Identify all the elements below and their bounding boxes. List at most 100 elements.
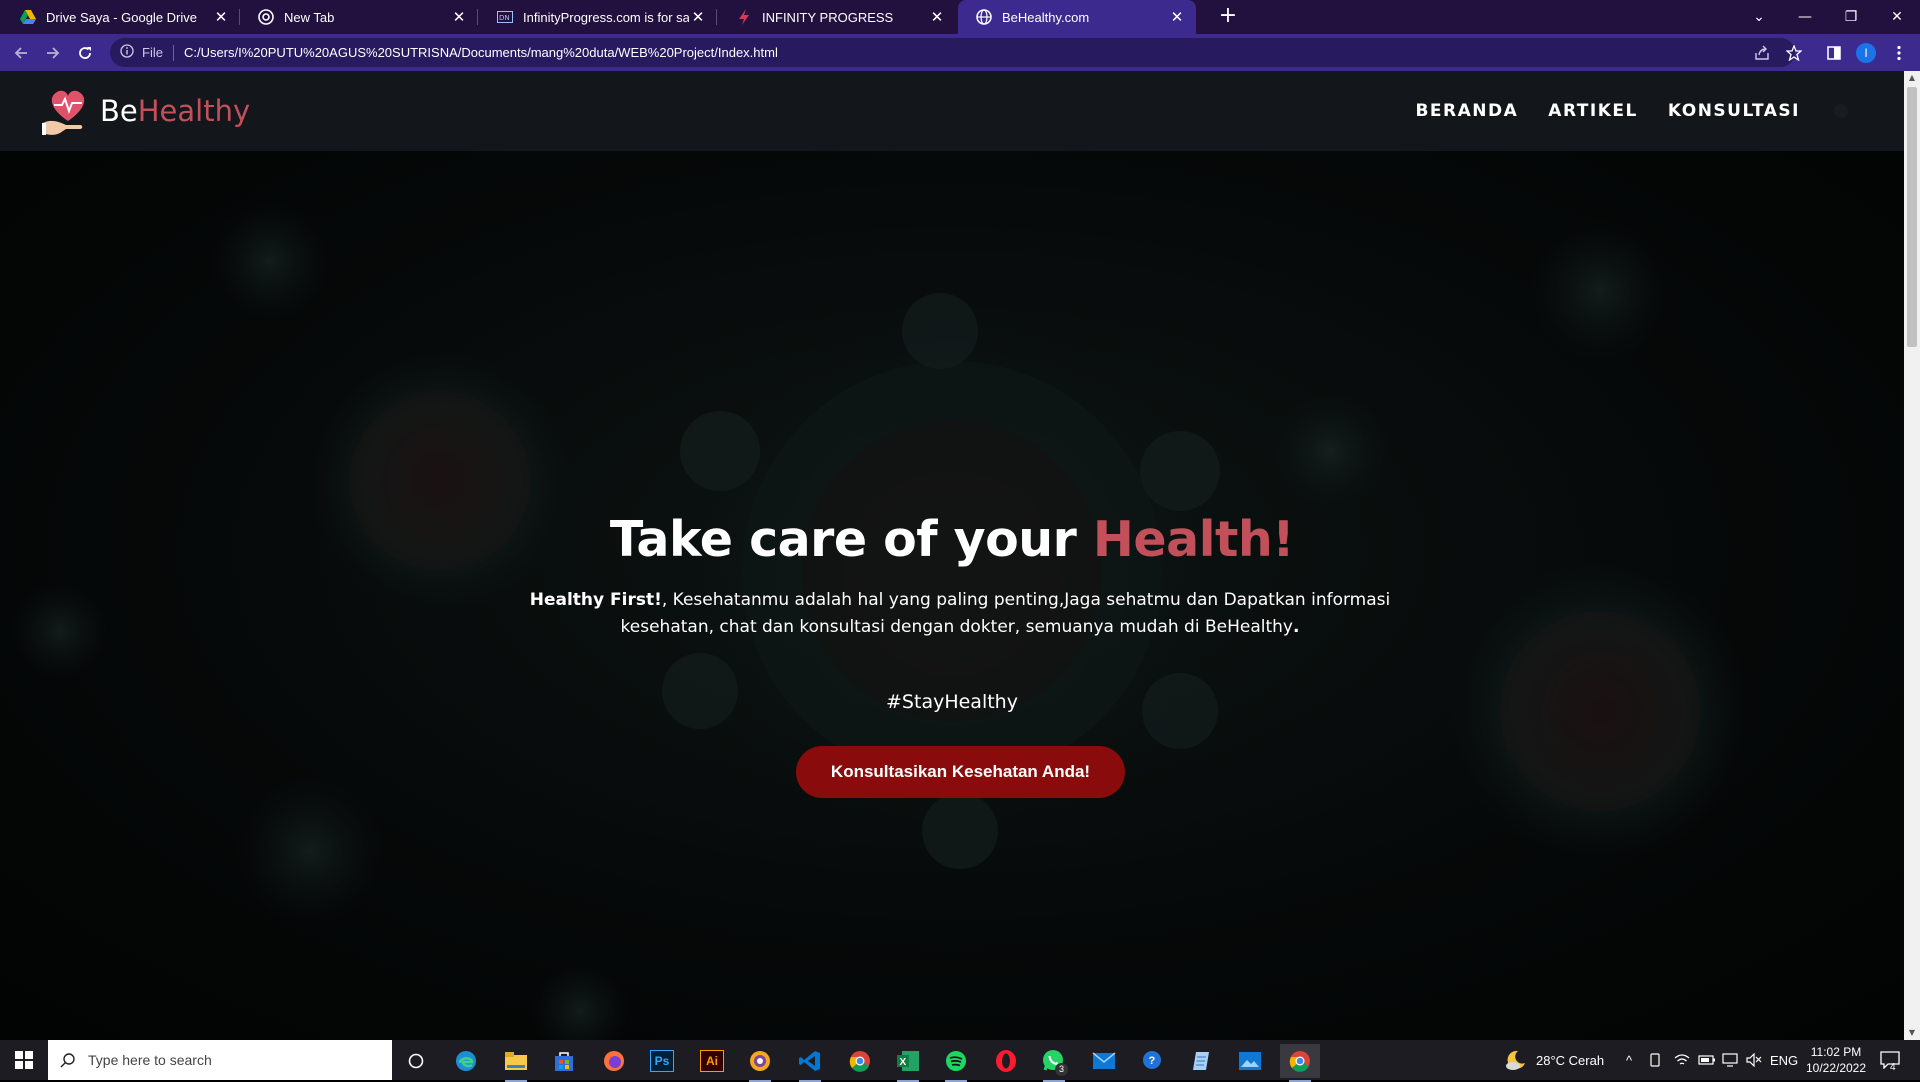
site-logo[interactable]: BeHealthy <box>40 83 250 139</box>
page-scrollbar[interactable]: ▲ ▼ <box>1904 71 1920 1040</box>
clock[interactable]: 11:02 PM 10/22/2022 <box>1800 1044 1872 1076</box>
tray-chevron-icon[interactable]: ^ <box>1626 1040 1632 1080</box>
file-explorer-icon[interactable] <box>496 1044 536 1082</box>
scroll-down-icon[interactable]: ▼ <box>1904 1026 1920 1040</box>
scroll-thumb[interactable] <box>1907 87 1917 347</box>
consult-button[interactable]: Konsultasikan Kesehatan Anda! <box>796 746 1125 798</box>
back-icon[interactable] <box>8 40 34 66</box>
minimize-button[interactable]: — <box>1782 0 1828 34</box>
tab-new-tab[interactable]: New Tab ✕ <box>240 0 478 34</box>
tor-browser-icon[interactable] <box>740 1044 780 1082</box>
info-icon[interactable] <box>120 44 134 61</box>
illustrator-icon[interactable]: Ai <box>692 1044 732 1078</box>
hero-desc-bold: Healthy First! <box>529 590 662 610</box>
address-bar[interactable]: File C:/Users/I%20PUTU%20AGUS%20SUTRISNA… <box>110 38 1795 67</box>
tab-behealthy[interactable]: BeHealthy.com ✕ <box>958 0 1196 34</box>
menu-kebab-icon[interactable] <box>1886 40 1912 66</box>
close-icon[interactable]: ✕ <box>928 8 946 26</box>
theme-toggle[interactable] <box>1834 104 1848 118</box>
mail-icon[interactable] <box>1084 1044 1124 1078</box>
whatsapp-icon[interactable]: 3 <box>1034 1044 1074 1082</box>
globe-icon <box>976 9 992 25</box>
google-drive-icon <box>20 9 36 25</box>
scroll-up-icon[interactable]: ▲ <box>1904 71 1920 85</box>
vscode-icon[interactable] <box>790 1044 830 1082</box>
close-icon[interactable]: ✕ <box>1168 8 1186 26</box>
hero-description: Healthy First!, Kesehatanmu adalah hal y… <box>520 587 1400 641</box>
share-icon[interactable] <box>1749 40 1775 66</box>
virus-left <box>310 351 570 611</box>
weather-text: 28°C Cerah <box>1536 1052 1605 1068</box>
hero-title-accent: Health! <box>1092 511 1295 568</box>
close-window-button[interactable]: ✕ <box>1874 0 1920 34</box>
help-icon[interactable]: ? <box>1132 1044 1172 1078</box>
forward-icon[interactable] <box>40 40 66 66</box>
svg-text:?: ? <box>1149 1055 1156 1067</box>
tab-search-icon[interactable]: ⌄ <box>1736 0 1782 34</box>
dan-icon: DN <box>497 9 513 25</box>
clock-time: 11:02 PM <box>1810 1045 1862 1059</box>
tab-google-drive[interactable]: Drive Saya - Google Drive ✕ <box>2 0 240 34</box>
firefox-icon[interactable] <box>594 1044 634 1078</box>
opera-icon[interactable] <box>986 1044 1026 1078</box>
bookmark-star-icon[interactable] <box>1781 40 1807 66</box>
site-header: BeHealthy BERANDA ARTIKEL KONSULTASI <box>0 71 1904 151</box>
tab-title: INFINITY PROGRESS <box>762 9 894 25</box>
spotify-icon[interactable] <box>936 1044 976 1082</box>
windows-start-icon[interactable] <box>0 1040 48 1080</box>
hero-title-main: Take care of your <box>609 511 1093 568</box>
close-icon[interactable]: ✕ <box>212 8 230 26</box>
close-icon[interactable]: ✕ <box>450 8 468 26</box>
search-placeholder: Type here to search <box>88 1052 212 1068</box>
tab-title: BeHealthy.com <box>1002 9 1090 25</box>
chrome-taskbar-icon[interactable] <box>840 1044 880 1078</box>
photoshop-icon[interactable]: Ps <box>642 1044 682 1078</box>
browser-toolbar: File C:/Users/I%20PUTU%20AGUS%20SUTRISNA… <box>0 34 1920 71</box>
notification-count: 4 <box>1890 1062 1896 1073</box>
infinity-icon <box>736 9 752 25</box>
heart-hand-logo-icon <box>42 90 85 135</box>
nav-beranda[interactable]: BERANDA <box>1415 101 1518 121</box>
notepad-icon[interactable] <box>1182 1044 1222 1078</box>
svg-text:DN: DN <box>499 14 510 22</box>
store-icon[interactable] <box>544 1044 584 1078</box>
hero-title: Take care of your Health! <box>0 511 1904 568</box>
tab-infinity-progress[interactable]: INFINITY PROGRESS ✕ <box>718 0 956 34</box>
clock-date: 10/22/2022 <box>1805 1061 1867 1075</box>
volume-muted-icon[interactable] <box>1746 1040 1762 1080</box>
main-nav: BERANDA ARTIKEL KONSULTASI <box>1385 71 1848 151</box>
excel-icon[interactable]: X <box>888 1044 928 1082</box>
logo-healthy: Healthy <box>137 94 251 128</box>
profile-avatar[interactable]: I <box>1853 40 1879 66</box>
logo-be: Be <box>100 94 138 128</box>
wifi-icon[interactable] <box>1674 1040 1690 1080</box>
notification-center-icon[interactable]: 4 <box>1880 1040 1900 1080</box>
cortana-icon[interactable] <box>396 1044 436 1078</box>
restore-button[interactable]: ❐ <box>1828 0 1874 34</box>
close-icon[interactable]: ✕ <box>689 8 707 26</box>
web-page: Take care of your Health! Healthy First!… <box>0 71 1904 1040</box>
language-indicator[interactable]: ENG <box>1770 1040 1798 1080</box>
side-panel-icon[interactable] <box>1821 40 1847 66</box>
weather-widget[interactable]: 28°C Cerah <box>1504 1040 1604 1080</box>
hero-hashtag: #StayHealthy <box>886 691 1018 713</box>
url-text[interactable]: C:/Users/I%20PUTU%20AGUS%20SUTRISNA/Docu… <box>184 45 778 60</box>
hero-section: Take care of your Health! Healthy First!… <box>0 151 1904 1040</box>
photos-icon[interactable] <box>1230 1044 1270 1078</box>
tab-infinityprogress-sale[interactable]: DN InfinityProgress.com is for sale | I … <box>479 0 717 34</box>
chrome-active-icon[interactable] <box>1280 1044 1320 1082</box>
taskbar-search[interactable]: Type here to search <box>48 1040 392 1080</box>
display-icon[interactable] <box>1722 1040 1738 1080</box>
tab-title: Drive Saya - Google Drive <box>46 9 197 25</box>
moon-cloud-icon <box>1506 1050 1525 1070</box>
profile-initial: I <box>1856 43 1876 63</box>
new-tab-button[interactable]: + <box>1216 5 1240 29</box>
edge-icon[interactable] <box>446 1044 486 1078</box>
tray-device-icon[interactable] <box>1648 1040 1662 1080</box>
battery-icon[interactable] <box>1698 1040 1716 1080</box>
nav-artikel[interactable]: ARTIKEL <box>1548 101 1638 121</box>
reload-icon[interactable] <box>72 40 98 66</box>
tab-title: InfinityProgress.com is for sale | I <box>523 9 689 25</box>
nav-konsultasi[interactable]: KONSULTASI <box>1668 101 1800 121</box>
logo-text: BeHealthy <box>100 94 250 128</box>
